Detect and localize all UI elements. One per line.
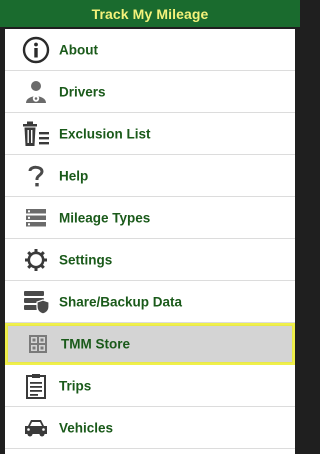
menu-item-help[interactable]: Help bbox=[5, 155, 295, 197]
grid-icon bbox=[23, 329, 53, 359]
menu-item-tmm-store[interactable]: TMM Store bbox=[5, 323, 295, 365]
gear-icon bbox=[21, 245, 51, 275]
car-icon bbox=[21, 413, 51, 443]
menu-item-label: Settings bbox=[59, 252, 113, 267]
menu-item-trips[interactable]: Trips bbox=[5, 365, 295, 407]
menu-item-mileage-types[interactable]: Mileage Types bbox=[5, 197, 295, 239]
list-icon bbox=[21, 203, 51, 233]
app-window: Track My Mileage About Drivers Exclusion… bbox=[0, 0, 300, 454]
trash-list-icon bbox=[21, 119, 51, 149]
driver-icon bbox=[21, 77, 51, 107]
menu-item-exclusion-list[interactable]: Exclusion List bbox=[5, 113, 295, 155]
menu-item-label: Help bbox=[59, 168, 89, 183]
menu-item-label: Drivers bbox=[59, 84, 106, 99]
clipboard-icon bbox=[21, 371, 51, 401]
menu-item-vehicles[interactable]: Vehicles bbox=[5, 407, 295, 449]
menu-item-label: Vehicles bbox=[59, 420, 114, 435]
menu-item-label: TMM Store bbox=[61, 336, 130, 352]
menu-item-label: Exclusion List bbox=[59, 126, 151, 141]
app-title: Track My Mileage bbox=[91, 5, 209, 22]
menu-item-about[interactable]: About bbox=[5, 29, 295, 71]
menu-item-label: Share/Backup Data bbox=[59, 294, 183, 309]
menu-item-share-backup-data[interactable]: Share/Backup Data bbox=[5, 281, 295, 323]
info-icon bbox=[21, 35, 51, 65]
menu-item-label: Mileage Types bbox=[59, 210, 151, 225]
question-icon bbox=[21, 161, 51, 191]
menu-item-drivers[interactable]: Drivers bbox=[5, 71, 295, 113]
menu-item-label: Trips bbox=[59, 378, 92, 393]
menu-item-label: About bbox=[59, 42, 98, 57]
settings-menu: About Drivers Exclusion List Help Mileag… bbox=[5, 29, 295, 454]
app-header: Track My Mileage bbox=[0, 0, 300, 27]
database-shield-icon bbox=[21, 287, 51, 317]
menu-item-settings[interactable]: Settings bbox=[5, 239, 295, 281]
